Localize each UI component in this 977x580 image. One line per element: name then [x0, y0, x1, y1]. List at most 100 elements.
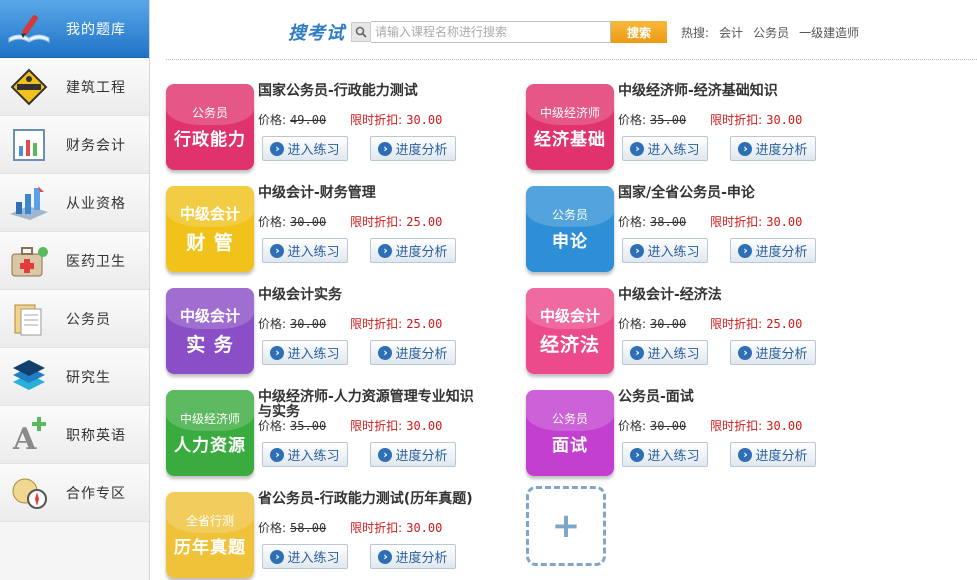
analysis-button-label: 进度分析: [755, 143, 808, 158]
search-icon[interactable]: [351, 22, 371, 42]
search-input[interactable]: [371, 21, 611, 43]
sidebar-item-label: 医药卫生: [66, 253, 126, 270]
course-thumbnail[interactable]: 中级会计 经济法: [526, 288, 614, 374]
sidebar-item-postgraduate[interactable]: 研究生: [0, 348, 149, 406]
practice-button[interactable]: › 进入练习: [262, 442, 348, 467]
sidebar-item-partner[interactable]: 合作专区: [0, 464, 149, 522]
analysis-button-label: 进度分析: [395, 347, 448, 362]
analysis-button-label: 进度分析: [395, 551, 448, 566]
plus-icon: +: [551, 506, 581, 546]
ledger-chart-icon: [6, 124, 52, 166]
analysis-button[interactable]: › 进度分析: [730, 340, 816, 365]
sidebar-item-construction[interactable]: 建筑工程: [0, 58, 149, 116]
arrow-right-icon: ›: [270, 243, 285, 258]
discount-price: 25.00: [766, 317, 803, 331]
add-course-button[interactable]: +: [526, 486, 606, 566]
search-button[interactable]: 搜索: [611, 21, 667, 43]
hot-term-accounting[interactable]: 会计: [719, 24, 743, 41]
course-card: 全省行测 历年真题 省公务员-行政能力测试(历年真题) 价格: 58.00 限时折扣: 30…: [166, 492, 526, 580]
course-thumbnail[interactable]: 中级经济师 经济基础: [526, 84, 614, 170]
course-thumbnail[interactable]: 全省行测 历年真题: [166, 492, 254, 578]
analysis-button[interactable]: › 进度分析: [730, 136, 816, 161]
analysis-button[interactable]: › 进度分析: [730, 238, 816, 263]
practice-button[interactable]: › 进入练习: [262, 544, 348, 569]
price-row: 价格: 35.00 限时折扣: 30.00: [618, 111, 802, 128]
header-divider: [166, 59, 977, 60]
practice-button-label: 进入练习: [647, 245, 700, 260]
practice-button[interactable]: › 进入练习: [622, 442, 708, 467]
practice-button-label: 进入练习: [287, 347, 340, 362]
discount-price: 30.00: [766, 113, 803, 127]
search-bar: 搜考试 搜索 热搜: 会计 公务员 一级建造师: [288, 18, 859, 46]
course-title[interactable]: 省公务员-行政能力测试(历年真题): [258, 492, 482, 507]
original-price: 30.00: [650, 419, 687, 433]
brand-title: 搜考试: [288, 23, 345, 44]
arrow-right-icon: ›: [630, 447, 645, 462]
thumbnail-top-text: 全省行测: [185, 514, 234, 528]
course-title[interactable]: 中级经济师-经济基础知识: [618, 84, 842, 99]
sidebar-item-label: 财务会计: [66, 137, 126, 154]
course-thumbnail[interactable]: 公务员 申论: [526, 186, 614, 272]
arrow-right-icon: ›: [378, 243, 393, 258]
practice-button[interactable]: › 进入练习: [622, 238, 708, 263]
sidebar-item-english[interactable]: A 职称英语: [0, 406, 149, 464]
course-title[interactable]: 国家/全省公务员-申论: [618, 186, 842, 201]
letter-a-plus-icon: A: [6, 414, 52, 456]
analysis-button-label: 进度分析: [755, 347, 808, 362]
discount-price: 30.00: [406, 113, 443, 127]
arrow-right-icon: ›: [378, 345, 393, 360]
discount-label: 限时折扣:: [710, 419, 763, 433]
sidebar-item-qualification[interactable]: 从业资格: [0, 174, 149, 232]
course-thumbnail[interactable]: 中级会计财 管: [166, 186, 254, 272]
price-label: 价格:: [258, 317, 287, 331]
course-title[interactable]: 中级会计-经济法: [618, 288, 842, 303]
course-thumbnail[interactable]: 公务员 面试: [526, 390, 614, 476]
analysis-button[interactable]: › 进度分析: [370, 238, 456, 263]
thumbnail-bottom-text: 面试: [552, 436, 588, 456]
arrow-right-icon: ›: [738, 243, 753, 258]
sidebar-item-accounting[interactable]: 财务会计: [0, 116, 149, 174]
course-thumbnail[interactable]: 中级经济师 人力资源: [166, 390, 254, 476]
price-label: 价格:: [258, 521, 287, 535]
documents-icon: [6, 298, 52, 340]
analysis-button[interactable]: › 进度分析: [730, 442, 816, 467]
course-thumbnail[interactable]: 公务员 行政能力: [166, 84, 254, 170]
course-title[interactable]: 公务员-面试: [618, 390, 842, 405]
practice-button-label: 进入练习: [647, 143, 700, 158]
thumbnail-bottom-text: 行政能力: [174, 130, 246, 150]
practice-button[interactable]: › 进入练习: [262, 238, 348, 263]
price-label: 价格:: [258, 419, 287, 433]
course-title[interactable]: 中级会计-财务管理: [258, 186, 482, 201]
original-price: 30.00: [650, 317, 687, 331]
thumbnail-top-text: 公务员: [551, 208, 588, 222]
course-title[interactable]: 中级经济师-人力资源管理专业知识与实务: [258, 390, 482, 420]
discount-label: 限时折扣:: [350, 317, 403, 331]
practice-button[interactable]: › 进入练习: [622, 340, 708, 365]
analysis-button[interactable]: › 进度分析: [370, 442, 456, 467]
analysis-button[interactable]: › 进度分析: [370, 340, 456, 365]
sidebar-item-label: 我的题库: [66, 21, 126, 38]
analysis-button[interactable]: › 进度分析: [370, 544, 456, 569]
page: 我的题库 建筑工程 财务会计 从业资格 医药卫生 公务员 研究生 A 职称英语 …: [0, 0, 977, 580]
practice-button[interactable]: › 进入练习: [622, 136, 708, 161]
sidebar-item-medical[interactable]: 医药卫生: [0, 232, 149, 290]
course-thumbnail[interactable]: 中级会计实 务: [166, 288, 254, 374]
analysis-button-label: 进度分析: [395, 245, 448, 260]
hot-term-constructor[interactable]: 一级建造师: [799, 24, 859, 41]
price-row: 价格: 30.00 限时折扣: 25.00: [618, 315, 802, 332]
price-label: 价格:: [258, 215, 287, 229]
thumbnail-top-text: 中级会计: [539, 307, 600, 325]
price-row: 价格: 30.00 限时折扣: 30.00: [618, 417, 802, 434]
sidebar-item-civil-servant[interactable]: 公务员: [0, 290, 149, 348]
sidebar-item-label: 职称英语: [66, 427, 126, 444]
course-title[interactable]: 中级会计实务: [258, 288, 482, 303]
arrow-right-icon: ›: [738, 141, 753, 156]
arrow-right-icon: ›: [270, 447, 285, 462]
construction-sign-icon: [6, 66, 52, 108]
analysis-button[interactable]: › 进度分析: [370, 136, 456, 161]
course-title[interactable]: 国家公务员-行政能力测试: [258, 84, 482, 99]
hot-term-civil-servant[interactable]: 公务员: [753, 24, 789, 41]
sidebar-item-my-bank[interactable]: 我的题库: [0, 0, 149, 58]
practice-button[interactable]: › 进入练习: [262, 340, 348, 365]
practice-button[interactable]: › 进入练习: [262, 136, 348, 161]
